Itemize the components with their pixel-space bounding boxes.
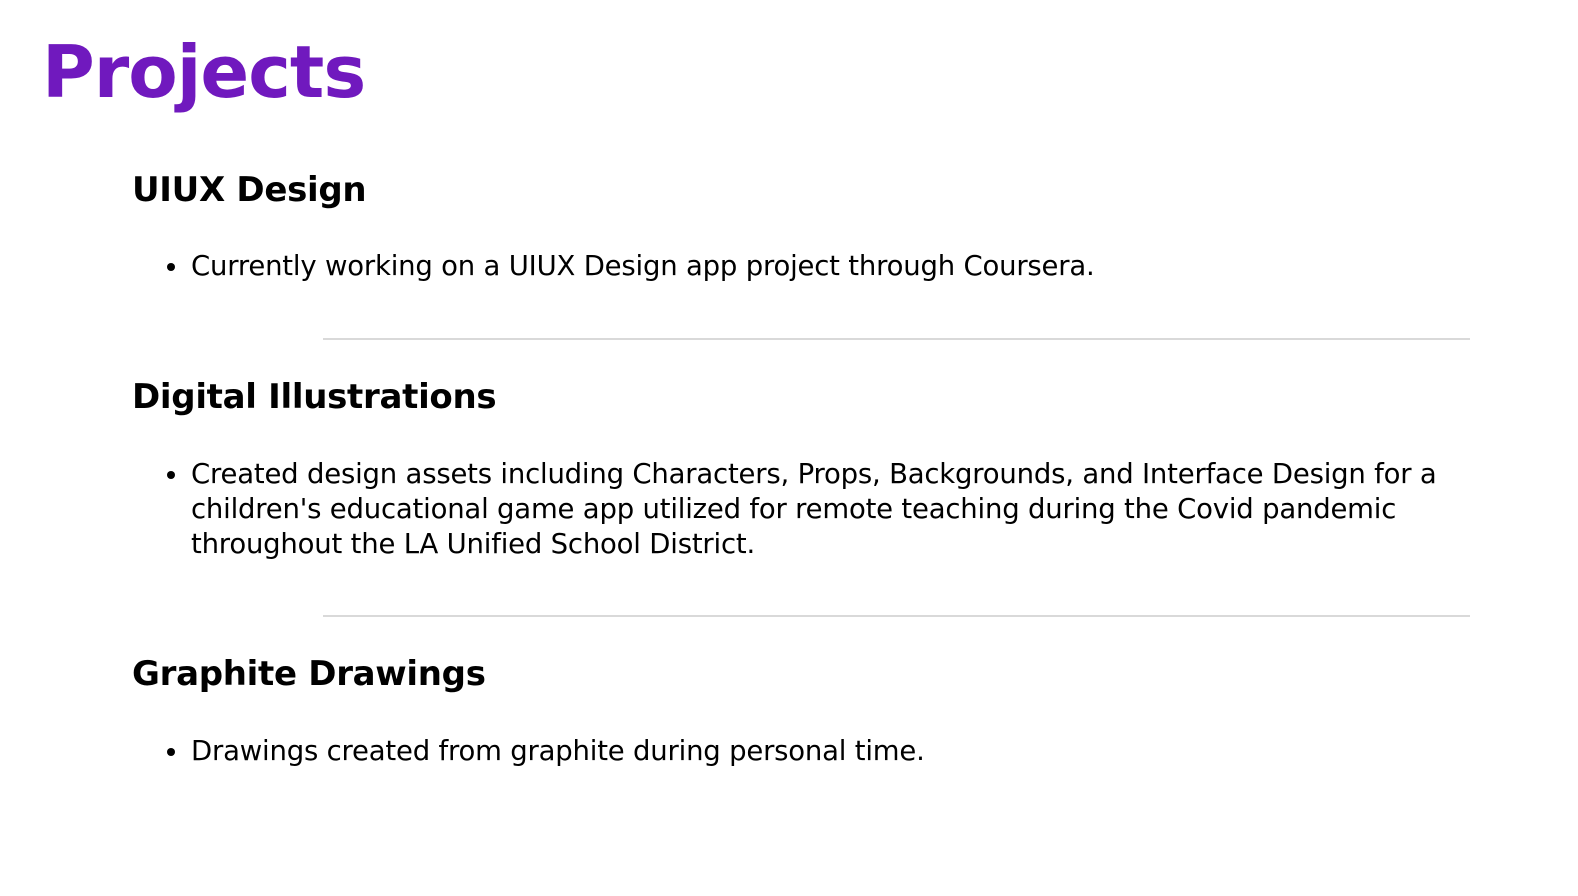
bullet-icon	[167, 262, 175, 271]
list-item: Drawings created from graphite during pe…	[132, 734, 1552, 769]
list-item: Created design assets including Characte…	[132, 457, 1552, 562]
section-divider	[323, 338, 1470, 340]
project-section-graphite-drawings: Graphite Drawings Drawings created from …	[132, 654, 1552, 769]
section-heading: UIUX Design	[132, 170, 367, 210]
list-item-text: Drawings created from graphite during pe…	[191, 734, 925, 767]
bullet-icon	[167, 747, 175, 756]
section-heading: Graphite Drawings	[132, 654, 486, 694]
project-description-list: Currently working on a UIUX Design app p…	[132, 249, 1552, 284]
section-divider	[323, 615, 1470, 617]
project-section-digital-illustrations: Digital Illustrations Created design ass…	[132, 377, 1552, 562]
bullet-icon	[167, 470, 175, 479]
list-item: Currently working on a UIUX Design app p…	[132, 249, 1552, 284]
section-heading: Digital Illustrations	[132, 377, 497, 417]
page-title: Projects	[42, 30, 366, 114]
project-description-list: Drawings created from graphite during pe…	[132, 734, 1552, 769]
project-section-uiux-design: UIUX Design Currently working on a UIUX …	[132, 170, 1552, 284]
project-description-list: Created design assets including Characte…	[132, 457, 1552, 562]
list-item-text: Currently working on a UIUX Design app p…	[191, 249, 1095, 282]
list-item-text: Created design assets including Characte…	[191, 457, 1437, 560]
